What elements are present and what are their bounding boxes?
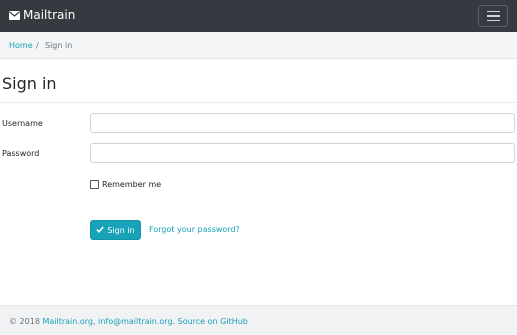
remember-me-label: Remember me <box>102 180 162 189</box>
envelope-icon <box>9 10 20 20</box>
breadcrumb-home-link[interactable]: Home <box>9 41 33 50</box>
footer-email-link[interactable]: info@mailtrain.org <box>98 317 172 326</box>
navbar-toggler-button[interactable] <box>478 5 508 27</box>
breadcrumb-current: Sign in <box>45 41 73 50</box>
navbar: Mailtrain <box>0 0 517 32</box>
hamburger-line <box>486 19 500 22</box>
remember-me-checkbox[interactable] <box>90 180 99 189</box>
footer-comma: , <box>93 317 96 326</box>
remember-me-row[interactable]: Remember me <box>90 180 161 189</box>
breadcrumb: Home / Sign in <box>0 32 517 59</box>
hamburger-menu-icon <box>486 10 500 13</box>
forgot-password-link[interactable]: Forgot your password? <box>149 225 240 234</box>
username-label: Username <box>2 119 43 128</box>
footer-copyright: © 2018 <box>9 317 40 326</box>
username-input[interactable] <box>90 113 515 133</box>
footer: © 2018 Mailtrain.org, info@mailtrain.org… <box>0 305 517 335</box>
password-input[interactable] <box>90 143 515 163</box>
sign-in-button-label: Sign in <box>107 225 135 235</box>
checkmark-icon <box>96 225 105 235</box>
page-title: Sign in <box>2 74 57 93</box>
brand-label: Mailtrain <box>23 8 76 22</box>
footer-mailtrain-link[interactable]: Mailtrain.org <box>42 317 93 326</box>
brand-link[interactable]: Mailtrain <box>9 8 75 22</box>
password-label: Password <box>2 149 40 158</box>
footer-github-link[interactable]: Source on GitHub <box>178 317 248 326</box>
breadcrumb-separator: / <box>36 41 39 50</box>
hamburger-line <box>486 15 500 17</box>
footer-period: . <box>172 317 176 326</box>
sign-in-button[interactable]: Sign in <box>90 220 141 240</box>
divider <box>0 102 517 103</box>
footer-line: © 2018 Mailtrain.org, info@mailtrain.org… <box>9 317 248 326</box>
